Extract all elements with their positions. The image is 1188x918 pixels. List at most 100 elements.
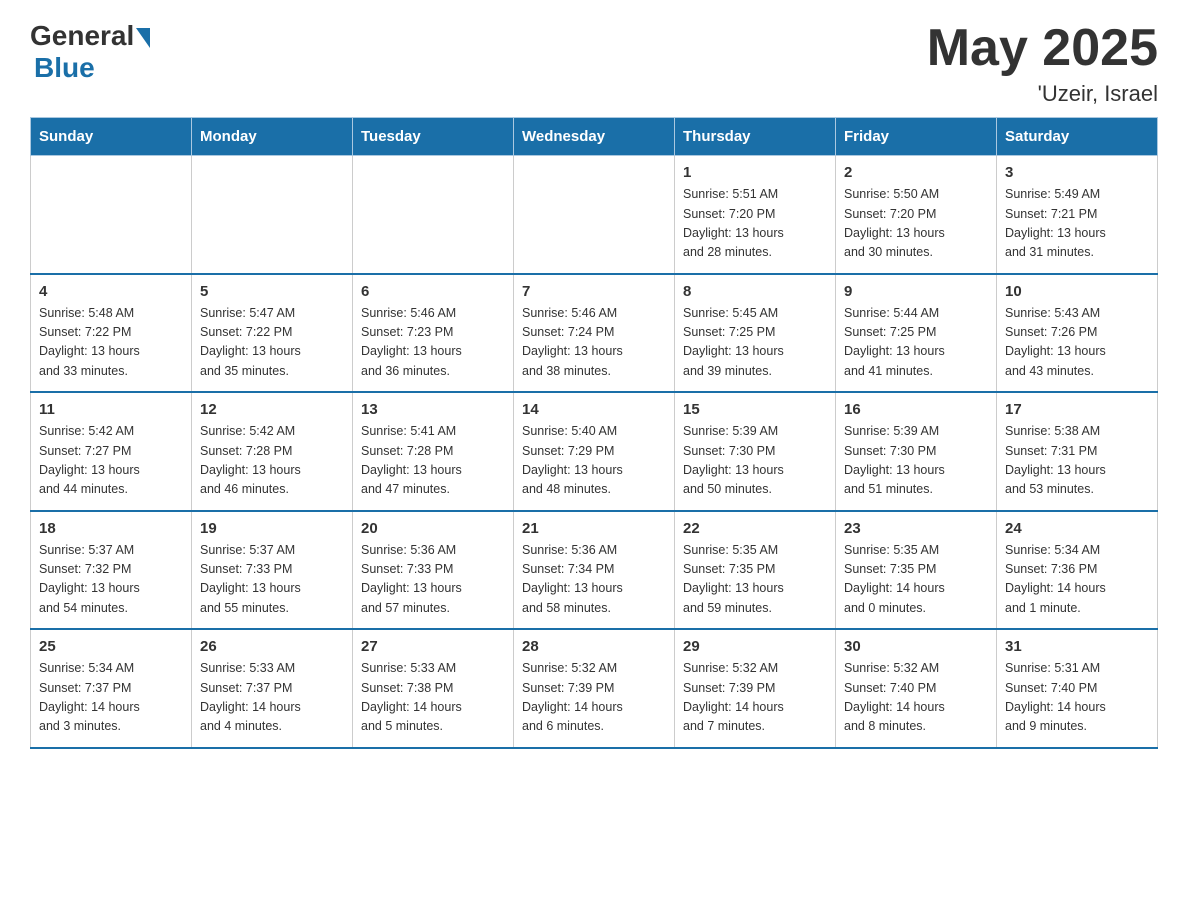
day-number: 10 <box>1005 283 1149 300</box>
day-info: Sunrise: 5:39 AMSunset: 7:30 PMDaylight:… <box>844 422 988 500</box>
calendar-cell: 13 Sunrise: 5:41 AMSunset: 7:28 PMDayligh… <box>353 392 514 511</box>
day-number: 5 <box>200 283 344 300</box>
calendar-week-row: 1 Sunrise: 5:51 AMSunset: 7:20 PMDaylight… <box>31 156 1158 274</box>
day-info: Sunrise: 5:47 AMSunset: 7:22 PMDaylight:… <box>200 304 344 382</box>
day-number: 2 <box>844 164 988 181</box>
day-number: 16 <box>844 401 988 418</box>
weekday-header-tuesday: Tuesday <box>353 118 514 156</box>
calendar-cell: 20Sunrise: 5:36 AMSunset: 7:33 PMDayligh… <box>353 511 514 630</box>
calendar-cell: 15Sunrise: 5:39 AMSunset: 7:30 PMDayligh… <box>675 392 836 511</box>
day-info: Sunrise: 5:34 AMSunset: 7:37 PMDaylight:… <box>39 659 183 737</box>
weekday-header-sunday: Sunday <box>31 118 192 156</box>
day-info: Sunrise: 5:37 AMSunset: 7:33 PMDaylight:… <box>200 541 344 619</box>
location-label: 'Uzeir, Israel <box>927 81 1158 107</box>
logo-triangle-icon <box>136 28 150 48</box>
day-number: 23 <box>844 520 988 537</box>
day-number: 1 <box>683 164 827 181</box>
calendar-cell: 3 Sunrise: 5:49 AMSunset: 7:21 PMDaylight… <box>997 156 1158 274</box>
day-info: Sunrise: 5:38 AMSunset: 7:31 PMDaylight:… <box>1005 422 1149 500</box>
day-info: Sunrise: 5:44 AMSunset: 7:25 PMDaylight:… <box>844 304 988 382</box>
day-number: 12 <box>200 401 344 418</box>
day-info: Sunrise: 5:36 AMSunset: 7:34 PMDaylight:… <box>522 541 666 619</box>
calendar-week-row: 25Sunrise: 5:34 AMSunset: 7:37 PMDayligh… <box>31 629 1158 748</box>
day-info: Sunrise: 5:33 AMSunset: 7:37 PMDaylight:… <box>200 659 344 737</box>
logo-blue-text: Blue <box>34 52 95 84</box>
calendar-cell <box>514 156 675 274</box>
month-year-title: May 2025 <box>927 20 1158 77</box>
day-number: 3 <box>1005 164 1149 181</box>
day-number: 19 <box>200 520 344 537</box>
calendar-cell: 25Sunrise: 5:34 AMSunset: 7:37 PMDayligh… <box>31 629 192 748</box>
calendar-week-row: 4 Sunrise: 5:48 AMSunset: 7:22 PMDaylight… <box>31 274 1158 393</box>
day-info: Sunrise: 5:49 AMSunset: 7:21 PMDaylight:… <box>1005 185 1149 263</box>
calendar-cell: 19 Sunrise: 5:37 AMSunset: 7:33 PMDayligh… <box>192 511 353 630</box>
day-info: Sunrise: 5:42 AMSunset: 7:27 PMDaylight:… <box>39 422 183 500</box>
day-info: Sunrise: 5:42 AMSunset: 7:28 PMDaylight:… <box>200 422 344 500</box>
calendar-cell: 16 Sunrise: 5:39 AMSunset: 7:30 PMDayligh… <box>836 392 997 511</box>
day-number: 6 <box>361 283 505 300</box>
day-info: Sunrise: 5:32 AMSunset: 7:39 PMDaylight:… <box>522 659 666 737</box>
day-info: Sunrise: 5:40 AMSunset: 7:29 PMDaylight:… <box>522 422 666 500</box>
day-number: 24 <box>1005 520 1149 537</box>
day-info: Sunrise: 5:35 AMSunset: 7:35 PMDaylight:… <box>844 541 988 619</box>
day-number: 21 <box>522 520 666 537</box>
calendar-cell: 17 Sunrise: 5:38 AMSunset: 7:31 PMDayligh… <box>997 392 1158 511</box>
day-number: 31 <box>1005 638 1149 655</box>
calendar-cell: 26 Sunrise: 5:33 AMSunset: 7:37 PMDayligh… <box>192 629 353 748</box>
day-number: 26 <box>200 638 344 655</box>
day-info: Sunrise: 5:37 AMSunset: 7:32 PMDaylight:… <box>39 541 183 619</box>
page-header: General Blue May 2025 'Uzeir, Israel <box>30 20 1158 107</box>
calendar-week-row: 11 Sunrise: 5:42 AMSunset: 7:27 PMDayligh… <box>31 392 1158 511</box>
day-info: Sunrise: 5:32 AMSunset: 7:40 PMDaylight:… <box>844 659 988 737</box>
day-number: 7 <box>522 283 666 300</box>
calendar-cell: 5 Sunrise: 5:47 AMSunset: 7:22 PMDaylight… <box>192 274 353 393</box>
day-info: Sunrise: 5:45 AMSunset: 7:25 PMDaylight:… <box>683 304 827 382</box>
day-info: Sunrise: 5:43 AMSunset: 7:26 PMDaylight:… <box>1005 304 1149 382</box>
logo: General Blue <box>30 20 150 84</box>
day-info: Sunrise: 5:33 AMSunset: 7:38 PMDaylight:… <box>361 659 505 737</box>
weekday-header-saturday: Saturday <box>997 118 1158 156</box>
calendar-cell: 24 Sunrise: 5:34 AMSunset: 7:36 PMDayligh… <box>997 511 1158 630</box>
day-info: Sunrise: 5:46 AMSunset: 7:23 PMDaylight:… <box>361 304 505 382</box>
calendar-cell: 6 Sunrise: 5:46 AMSunset: 7:23 PMDaylight… <box>353 274 514 393</box>
day-number: 13 <box>361 401 505 418</box>
day-number: 9 <box>844 283 988 300</box>
day-info: Sunrise: 5:39 AMSunset: 7:30 PMDaylight:… <box>683 422 827 500</box>
weekday-header-thursday: Thursday <box>675 118 836 156</box>
day-info: Sunrise: 5:31 AMSunset: 7:40 PMDaylight:… <box>1005 659 1149 737</box>
day-info: Sunrise: 5:50 AMSunset: 7:20 PMDaylight:… <box>844 185 988 263</box>
day-number: 30 <box>844 638 988 655</box>
calendar-cell: 10 Sunrise: 5:43 AMSunset: 7:26 PMDayligh… <box>997 274 1158 393</box>
day-info: Sunrise: 5:51 AMSunset: 7:20 PMDaylight:… <box>683 185 827 263</box>
weekday-header-friday: Friday <box>836 118 997 156</box>
calendar-cell: 12 Sunrise: 5:42 AMSunset: 7:28 PMDayligh… <box>192 392 353 511</box>
day-info: Sunrise: 5:48 AMSunset: 7:22 PMDaylight:… <box>39 304 183 382</box>
day-number: 11 <box>39 401 183 418</box>
calendar-cell: 23 Sunrise: 5:35 AMSunset: 7:35 PMDayligh… <box>836 511 997 630</box>
day-number: 18 <box>39 520 183 537</box>
calendar-cell: 18 Sunrise: 5:37 AMSunset: 7:32 PMDayligh… <box>31 511 192 630</box>
day-number: 17 <box>1005 401 1149 418</box>
calendar-cell: 27Sunrise: 5:33 AMSunset: 7:38 PMDayligh… <box>353 629 514 748</box>
calendar-cell: 30 Sunrise: 5:32 AMSunset: 7:40 PMDayligh… <box>836 629 997 748</box>
day-number: 20 <box>361 520 505 537</box>
day-info: Sunrise: 5:41 AMSunset: 7:28 PMDaylight:… <box>361 422 505 500</box>
calendar-week-row: 18 Sunrise: 5:37 AMSunset: 7:32 PMDayligh… <box>31 511 1158 630</box>
day-number: 8 <box>683 283 827 300</box>
logo-general-text: General <box>30 20 134 52</box>
calendar-cell: 4 Sunrise: 5:48 AMSunset: 7:22 PMDaylight… <box>31 274 192 393</box>
day-number: 29 <box>683 638 827 655</box>
calendar-cell: 14Sunrise: 5:40 AMSunset: 7:29 PMDayligh… <box>514 392 675 511</box>
calendar-cell: 8 Sunrise: 5:45 AMSunset: 7:25 PMDaylight… <box>675 274 836 393</box>
day-info: Sunrise: 5:32 AMSunset: 7:39 PMDaylight:… <box>683 659 827 737</box>
calendar-cell: 29 Sunrise: 5:32 AMSunset: 7:39 PMDayligh… <box>675 629 836 748</box>
day-number: 4 <box>39 283 183 300</box>
calendar-cell <box>31 156 192 274</box>
calendar-cell <box>192 156 353 274</box>
calendar-cell: 11 Sunrise: 5:42 AMSunset: 7:27 PMDayligh… <box>31 392 192 511</box>
weekday-header-wednesday: Wednesday <box>514 118 675 156</box>
calendar-cell: 22Sunrise: 5:35 AMSunset: 7:35 PMDayligh… <box>675 511 836 630</box>
day-number: 28 <box>522 638 666 655</box>
day-info: Sunrise: 5:34 AMSunset: 7:36 PMDaylight:… <box>1005 541 1149 619</box>
calendar-cell: 21 Sunrise: 5:36 AMSunset: 7:34 PMDayligh… <box>514 511 675 630</box>
